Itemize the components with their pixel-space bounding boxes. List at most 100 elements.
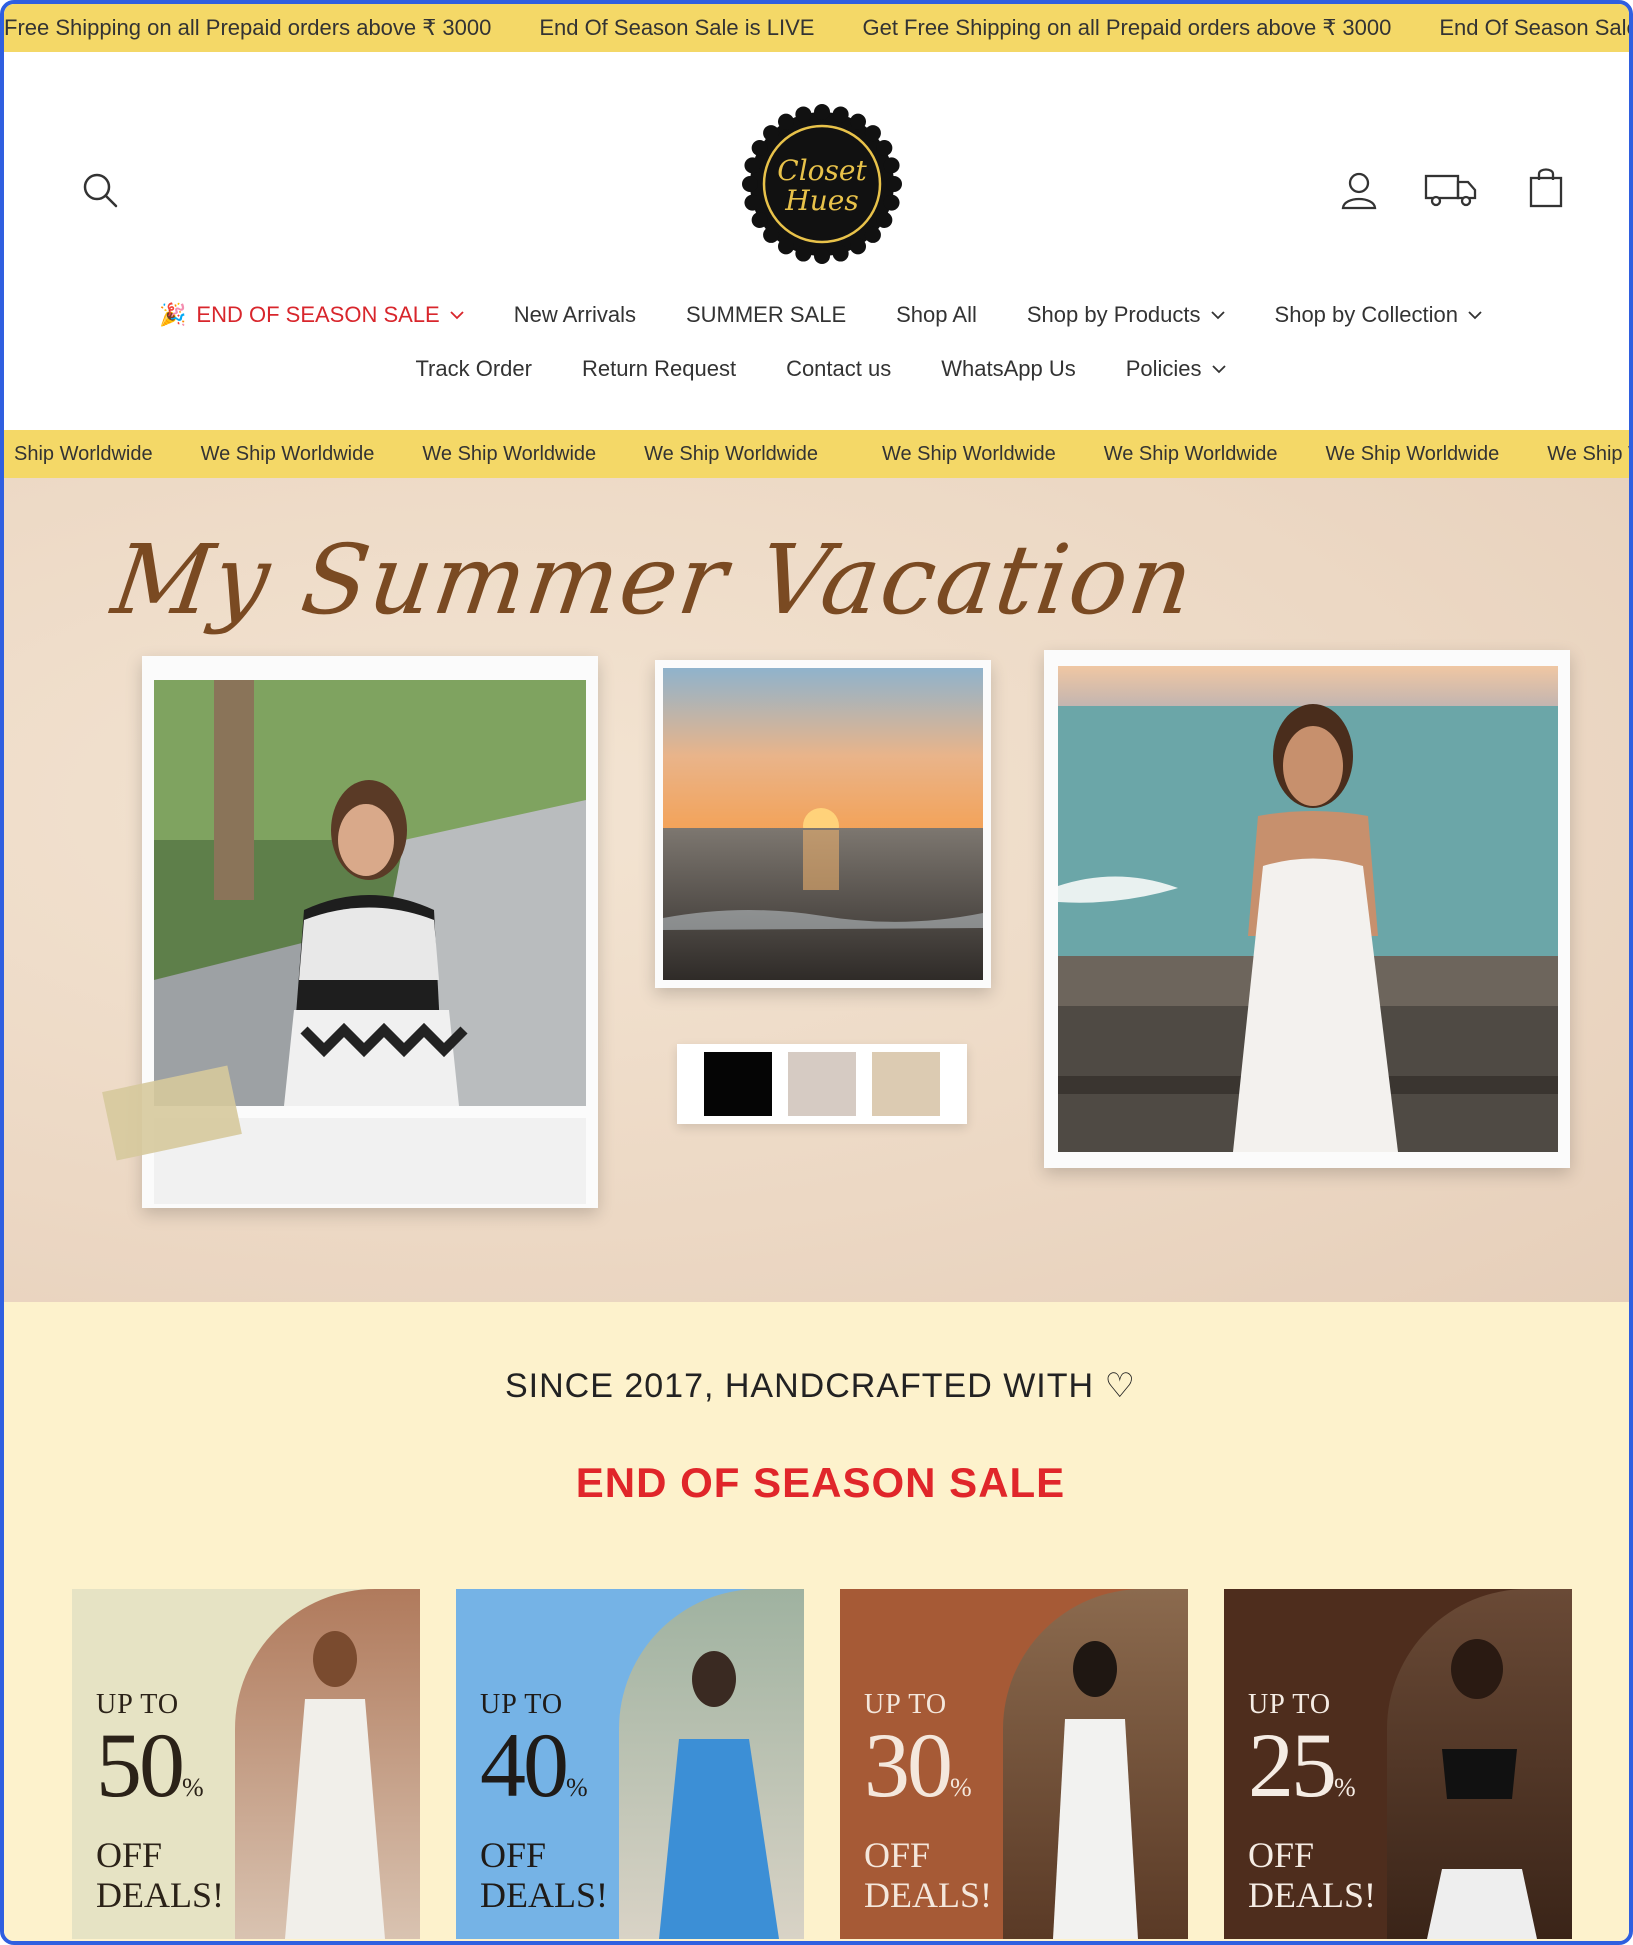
shipping-item: We Ship Worldwide: [644, 442, 818, 465]
swatch-black[interactable]: [704, 1052, 772, 1116]
main-nav: 🎉 END OF SEASON SALE New Arrivals SUMMER…: [4, 302, 1629, 328]
nav-item-whatsapp-us[interactable]: WhatsApp Us: [941, 356, 1076, 382]
model-silhouette: [1427, 1639, 1537, 1939]
hero-title: My Summer Vacation: [106, 524, 1202, 636]
nav-item-shop-all[interactable]: Shop All: [896, 302, 977, 328]
nav-item-policies[interactable]: Policies: [1126, 356, 1226, 382]
nav-item-end-of-season-sale[interactable]: 🎉 END OF SEASON SALE: [159, 302, 464, 328]
nav-label: New Arrivals: [513, 302, 636, 327]
closet-hues-logo[interactable]: Closet Hues: [742, 104, 902, 264]
nav-item-contact-us[interactable]: Contact us: [786, 356, 891, 382]
nav-label: END OF SEASON SALE: [196, 302, 440, 327]
logo-scallop: [763, 125, 780, 142]
shipping-item: We Ship Worldwide: [1103, 442, 1278, 465]
model-photo: [154, 680, 586, 1106]
deal-percent: 40%: [480, 1719, 608, 1832]
nav-item-shop-by-collection[interactable]: Shop by Collection: [1275, 302, 1482, 328]
logo-scallop: [832, 245, 849, 262]
swatch-sand[interactable]: [872, 1052, 940, 1116]
party-icon: 🎉: [159, 302, 187, 327]
logo-scallop: [778, 238, 794, 255]
logo-scallop: [795, 245, 812, 262]
nav-label: SUMMER SALE: [685, 302, 847, 327]
nav-item-new-arrivals[interactable]: New Arrivals: [514, 302, 636, 328]
nav-label: WhatsApp Us: [941, 356, 1076, 381]
logo-scallop: [876, 212, 893, 228]
logo-text: Closet: [777, 154, 867, 187]
deal-percent: 25%: [1248, 1719, 1376, 1832]
percent-sign: %: [950, 1773, 972, 1802]
shipping-bar: Ship Worldwide We Ship Worldwide We Ship…: [4, 430, 1629, 478]
nav-label: Return Request: [581, 356, 737, 381]
logo-scallop: [886, 176, 902, 192]
deal-percent: 50%: [96, 1719, 224, 1832]
shipping-item: We Ship Worldwide: [1547, 442, 1629, 465]
swatch-beige[interactable]: [788, 1052, 856, 1116]
logo-text: Hues: [784, 184, 858, 217]
model-photo: [1058, 666, 1558, 1152]
deal-card-25[interactable]: UP TO 25% OFF DEALS!: [1224, 1589, 1572, 1939]
announcement-item: End Of Season Sale is LIVE: [1439, 15, 1629, 40]
nav-item-shop-by-products[interactable]: Shop by Products: [1027, 302, 1225, 328]
nav-label: Contact us: [786, 356, 892, 381]
shipping-item: Ship Worldwide: [14, 442, 153, 465]
chevron-down-icon: [1468, 311, 1482, 320]
nav-item-summer-sale[interactable]: SUMMER SALE: [686, 302, 846, 328]
deal-text: UP TO 40% OFF DEALS!: [480, 1689, 608, 1915]
deal-percent: 30%: [864, 1719, 992, 1832]
model-silhouette: [659, 1651, 779, 1939]
chevron-down-icon: [450, 311, 464, 320]
deal-text: UP TO 25% OFF DEALS!: [1248, 1689, 1376, 1913]
deal-percent-value: 30: [864, 1714, 953, 1816]
logo-scallop: [744, 157, 761, 174]
logo-scallop: [850, 113, 866, 130]
deal-percent-value: 40: [480, 1714, 569, 1816]
bag-icon[interactable]: [1528, 166, 1564, 208]
logo-scallop: [864, 125, 881, 142]
deal-deals: DEALS!: [480, 1875, 608, 1915]
page-frame: Free Shipping on all Prepaid orders abov…: [0, 0, 1633, 1945]
announcement-item: End Of Season Sale is LIVE: [539, 15, 815, 40]
model-silhouette: [285, 1631, 385, 1939]
deal-model-photo: [619, 1589, 804, 1939]
brand-tagline: SINCE 2017, HANDCRAFTED WITH ♡: [504, 1367, 1136, 1405]
logo-scallop: [751, 140, 768, 156]
nav-label: Track Order: [415, 356, 532, 381]
deal-card-40[interactable]: UP TO 40% OFF DEALS!: [456, 1589, 804, 1939]
logo-scallop: [883, 194, 900, 211]
deal-card-50[interactable]: UP TO 50% OFF DEALS!: [72, 1589, 420, 1939]
percent-sign: %: [1334, 1773, 1356, 1802]
logo-scallop: [883, 157, 900, 174]
announcement-bar: Free Shipping on all Prepaid orders abov…: [4, 4, 1629, 52]
deal-off: OFF: [480, 1835, 547, 1875]
logo-scallop: [744, 194, 761, 211]
deal-model-photo: [1387, 1589, 1572, 1939]
nav-label: Shop All: [896, 302, 977, 327]
announcement-item: Get Free Shipping on all Prepaid orders …: [862, 15, 1392, 40]
logo-scallop: [876, 140, 893, 156]
shipping-item: We Ship Worldwide: [422, 442, 597, 465]
nav-item-return-request[interactable]: Return Request: [582, 356, 736, 382]
logo-scallop: [795, 106, 812, 123]
logo-scallop: [742, 176, 758, 192]
search-icon[interactable]: [80, 170, 120, 210]
announcement-item: Free Shipping on all Prepaid orders abov…: [4, 15, 492, 40]
deal-deals: DEALS!: [96, 1875, 224, 1915]
nav-item-track-order[interactable]: Track Order: [415, 356, 532, 382]
sale-heading: END OF SEASON SALE: [575, 1459, 1066, 1506]
deal-card-30[interactable]: UP TO 30% OFF DEALS!: [840, 1589, 1188, 1939]
nav-label: Shop by Products: [1026, 302, 1201, 327]
account-icon[interactable]: [1340, 170, 1378, 210]
logo-scallop: [850, 238, 866, 255]
chevron-down-icon: [1211, 365, 1226, 374]
shipping-item: We Ship Worldwide: [881, 442, 1056, 465]
percent-sign: %: [566, 1773, 588, 1802]
logo-scallop: [814, 248, 830, 264]
truck-icon[interactable]: [1424, 172, 1478, 208]
deal-text: UP TO 30% OFF DEALS!: [864, 1689, 992, 1913]
secondary-nav: Track Order Return Request Contact us Wh…: [4, 356, 1629, 382]
deal-model-photo: [1003, 1589, 1188, 1939]
logo-scallop: [751, 212, 768, 228]
logo-scallop: [864, 226, 881, 243]
deal-text: UP TO 50% OFF DEALS!: [96, 1689, 224, 1915]
